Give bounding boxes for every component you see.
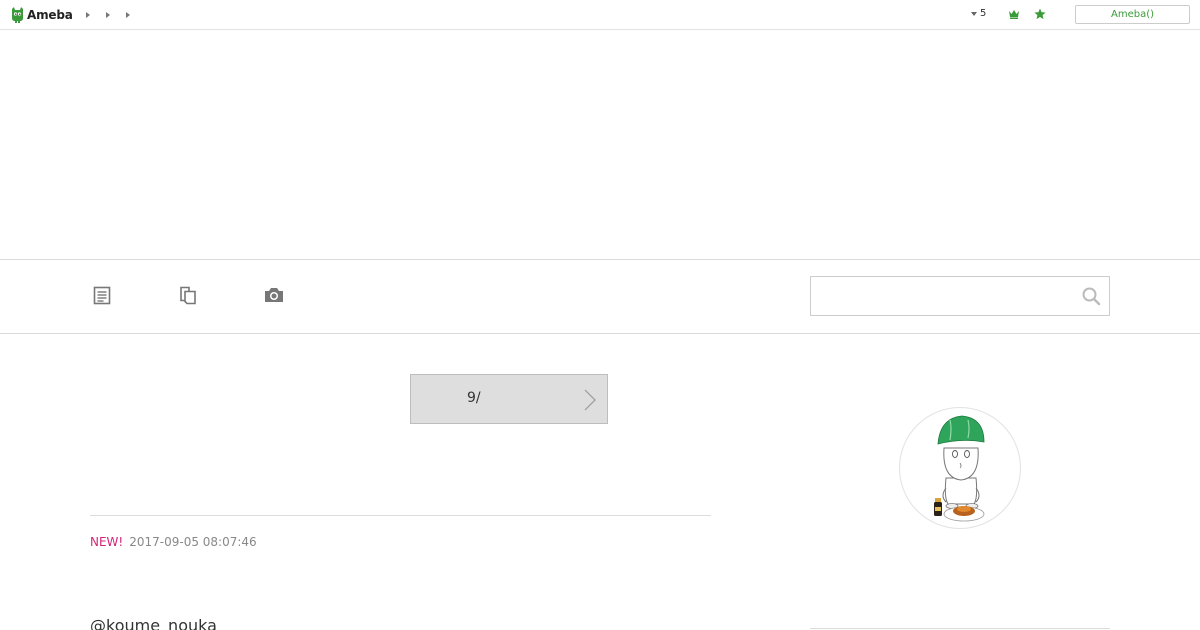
chevron-down-icon — [971, 12, 977, 16]
global-header: Ameba 5 Ameba() — [0, 0, 1200, 30]
post-date: 2017-09-05 08:07:46 — [129, 535, 257, 549]
blog-subnav — [0, 260, 1200, 334]
ameba-account-button[interactable]: Ameba() — [1075, 5, 1190, 24]
breadcrumb-arrow-icon[interactable] — [106, 12, 110, 18]
search-icon[interactable] — [1081, 286, 1101, 306]
article-list-icon[interactable] — [91, 284, 113, 306]
star-icon[interactable] — [1034, 8, 1046, 20]
ameba-logo-icon — [12, 7, 23, 23]
profile-avatar[interactable] — [899, 407, 1021, 529]
logo-text: Ameba — [27, 8, 73, 22]
new-badge: NEW! — [90, 535, 124, 549]
chevron-right-icon — [584, 389, 596, 411]
divider — [90, 515, 711, 516]
notification-count: 5 — [980, 8, 987, 19]
sidebar-divider — [810, 628, 1110, 629]
pager-label: 9/ — [467, 390, 481, 406]
crown-icon[interactable] — [1008, 9, 1020, 19]
post-meta: NEW! 2017-09-05 08:07:46 — [90, 535, 257, 549]
avatar-illustration — [934, 415, 985, 522]
blog-search — [810, 276, 1110, 316]
next-page-button[interactable]: 9/ — [410, 374, 608, 424]
search-input[interactable] — [811, 277, 1071, 315]
breadcrumb-arrow-icon[interactable] — [126, 12, 130, 18]
header-banner-area — [0, 30, 1200, 260]
ameba-logo[interactable]: Ameba — [10, 5, 73, 25]
post-title[interactable]: @koume_nouka — [90, 616, 217, 630]
camera-icon[interactable] — [263, 284, 285, 306]
breadcrumb-arrow-icon[interactable] — [86, 12, 90, 18]
theme-list-icon[interactable] — [177, 284, 199, 306]
notification-dropdown[interactable]: 5 — [971, 8, 986, 19]
